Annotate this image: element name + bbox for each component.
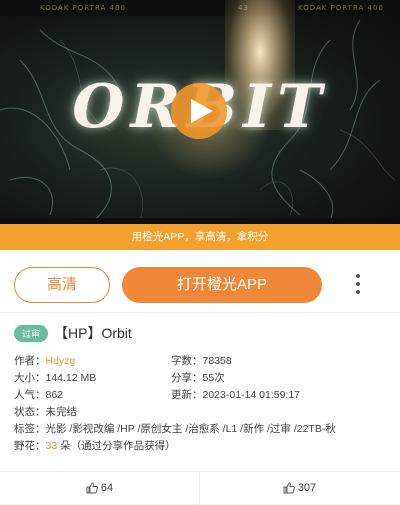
- open-app-button[interactable]: 打开橙光APP: [122, 267, 322, 303]
- flowers-count: 33: [45, 440, 58, 452]
- hd-button[interactable]: 高清: [14, 267, 110, 303]
- more-vertical-icon[interactable]: [352, 274, 364, 298]
- work-details: 作者：Hdyzg 字数：78358 大小：144.12 MB 分享：55次 人气…: [14, 353, 336, 455]
- flowers-suffix: 朵（通过分享作品获得）: [57, 440, 176, 452]
- word-count-label: 字数：: [171, 355, 203, 367]
- flowers-label: 野花：: [14, 440, 46, 452]
- updated-label: 更新：: [171, 389, 203, 401]
- author-link[interactable]: Hdyzg: [46, 355, 76, 367]
- tags-label: 标签：: [14, 423, 46, 435]
- state-label: 状态：: [14, 406, 46, 418]
- shares-label: 分享：: [171, 372, 203, 384]
- popularity-label: 人气：: [14, 389, 46, 401]
- thumbs-up-icon: [283, 482, 295, 494]
- stats-bar: 64 307: [0, 471, 400, 505]
- tags-value: 光影 /影视改编 /HP /原创女主 /治愈系 /L1 /新作 /过审 /22T…: [45, 423, 336, 435]
- left-count: 64: [100, 482, 114, 494]
- word-count: 78358: [202, 355, 232, 367]
- like-stat-left[interactable]: 64: [0, 472, 200, 505]
- popularity-value: 862: [45, 389, 64, 401]
- work-title: 【HP】Orbit: [54, 325, 132, 341]
- play-button[interactable]: [171, 83, 227, 139]
- size-label: 大小：: [14, 372, 46, 384]
- film-strip-bottom: [0, 218, 400, 224]
- thumbs-up-icon: [86, 482, 98, 494]
- updated-value: 2023-01-14 01:59:17: [202, 389, 301, 401]
- right-count: 307: [297, 482, 317, 494]
- shares-value: 55次: [202, 372, 225, 384]
- video-player[interactable]: KODAK PORTRA 400 43 KODAK PORTRA 400 ORB…: [0, 0, 400, 224]
- author-label: 作者：: [14, 355, 46, 367]
- app-promo-banner[interactable]: 用橙光APP，享高清，拿积分: [0, 224, 400, 250]
- state-value: 未完结: [45, 406, 78, 418]
- action-bar: 高清 打开橙光APP: [0, 250, 400, 312]
- size-value: 144.12 MB: [45, 372, 97, 384]
- work-title-row: 过审 【HP】Orbit: [14, 323, 132, 345]
- status-badge: 过审: [14, 324, 49, 342]
- play-icon: [190, 99, 213, 123]
- work-info-card: 过审 【HP】Orbit 作者：Hdyzg 字数：78358 大小：144.12 …: [0, 312, 400, 505]
- like-stat-right[interactable]: 307: [200, 472, 399, 505]
